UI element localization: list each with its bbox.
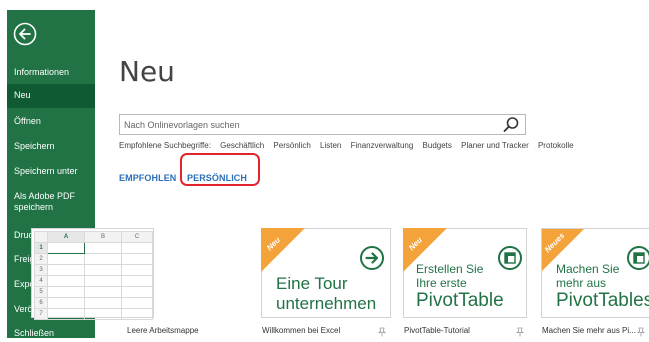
search-icon[interactable] (502, 116, 520, 134)
search-input[interactable] (124, 117, 494, 132)
sidebar-item-schliessen[interactable]: Schließen (7, 328, 95, 339)
sidebar-item-oeffnen[interactable]: Öffnen (7, 116, 95, 127)
card-headline-1: Eine Tour (276, 274, 348, 293)
template-card-blank-workbook[interactable]: A B C 1 2 3 4 5 6 7 (31, 228, 154, 320)
column-header: C (121, 231, 153, 243)
template-name: Willkommen bei Excel (262, 326, 341, 335)
row-header: 3 (34, 264, 48, 276)
pin-icon[interactable] (515, 324, 525, 337)
template-name: Leere Arbeitsmappe (127, 326, 199, 335)
active-cell (47, 242, 85, 254)
pivot-icon (497, 245, 523, 276)
suggestion-link[interactable]: Listen (320, 141, 341, 150)
card-headline-1: Erstellen Sie (416, 262, 484, 276)
template-name: Machen Sie mehr aus Pi... (542, 326, 636, 335)
row-header: 5 (34, 286, 48, 298)
row-header: 2 (34, 253, 48, 265)
card-headline-1: Machen Sie (556, 262, 620, 276)
new-badge: Neu (261, 228, 305, 272)
top-strip (0, 0, 649, 10)
card-headline-2: mehr aus (556, 276, 607, 290)
sidebar-item-neu[interactable]: Neu (7, 84, 95, 108)
card-headline-2: unternehmen (276, 294, 377, 313)
row-header: 1 (34, 242, 48, 254)
sidebar-item-speichern[interactable]: Speichern (7, 141, 95, 152)
card-headline-2: Ihre erste (416, 276, 467, 290)
suggestion-link[interactable]: Persönlich (273, 141, 310, 150)
sidebar-item-informationen[interactable]: Informationen (7, 67, 95, 78)
sidebar-item-als-adobe-pdf[interactable]: Als Adobe PDF speichern (7, 191, 87, 213)
suggestion-link[interactable]: Budgets (423, 141, 452, 150)
sheet-preview: A B C 1 2 3 4 5 6 7 (34, 231, 153, 320)
pin-icon[interactable] (377, 324, 387, 337)
highlight-annotation (180, 153, 260, 186)
template-name: PivotTable-Tutorial (404, 326, 470, 335)
template-card-tour[interactable]: Neu Eine Tour unternehmen (261, 228, 391, 318)
row-header: 6 (34, 297, 48, 309)
row-header: 4 (34, 275, 48, 287)
suggested-searches-label: Empfohlene Suchbegriffe: (119, 141, 211, 150)
tab-empfohlen[interactable]: EMPFOHLEN (119, 173, 176, 183)
column-header: B (84, 231, 122, 243)
template-card-pivot-more[interactable]: Neues Machen Sie mehr aus PivotTables (541, 228, 649, 318)
sidebar-item-speichern-unter[interactable]: Speichern unter (7, 166, 95, 177)
suggestion-link[interactable]: Planer und Tracker (461, 141, 529, 150)
suggestion-link[interactable]: Protokolle (538, 141, 574, 150)
back-arrow-icon[interactable] (13, 22, 37, 46)
page-title: Neu (119, 55, 175, 88)
template-card-pivot-tutorial[interactable]: Neu Erstellen Sie Ihre erste PivotTable (403, 228, 527, 318)
suggestion-link[interactable]: Finanzverwaltung (351, 141, 414, 150)
arrow-right-circle-icon (359, 245, 385, 276)
suggestion-link[interactable]: Geschäftlich (220, 141, 264, 150)
column-header: A (47, 231, 85, 243)
suggested-searches: Empfohlene Suchbegriffe: Geschäftlich Pe… (119, 141, 581, 150)
card-headline-3: PivotTables (556, 290, 649, 311)
pivot-icon (626, 245, 649, 276)
row-header: 7 (34, 308, 48, 320)
pin-icon[interactable] (636, 324, 646, 337)
template-search-box[interactable] (119, 114, 526, 135)
card-headline-3: PivotTable (416, 290, 504, 311)
